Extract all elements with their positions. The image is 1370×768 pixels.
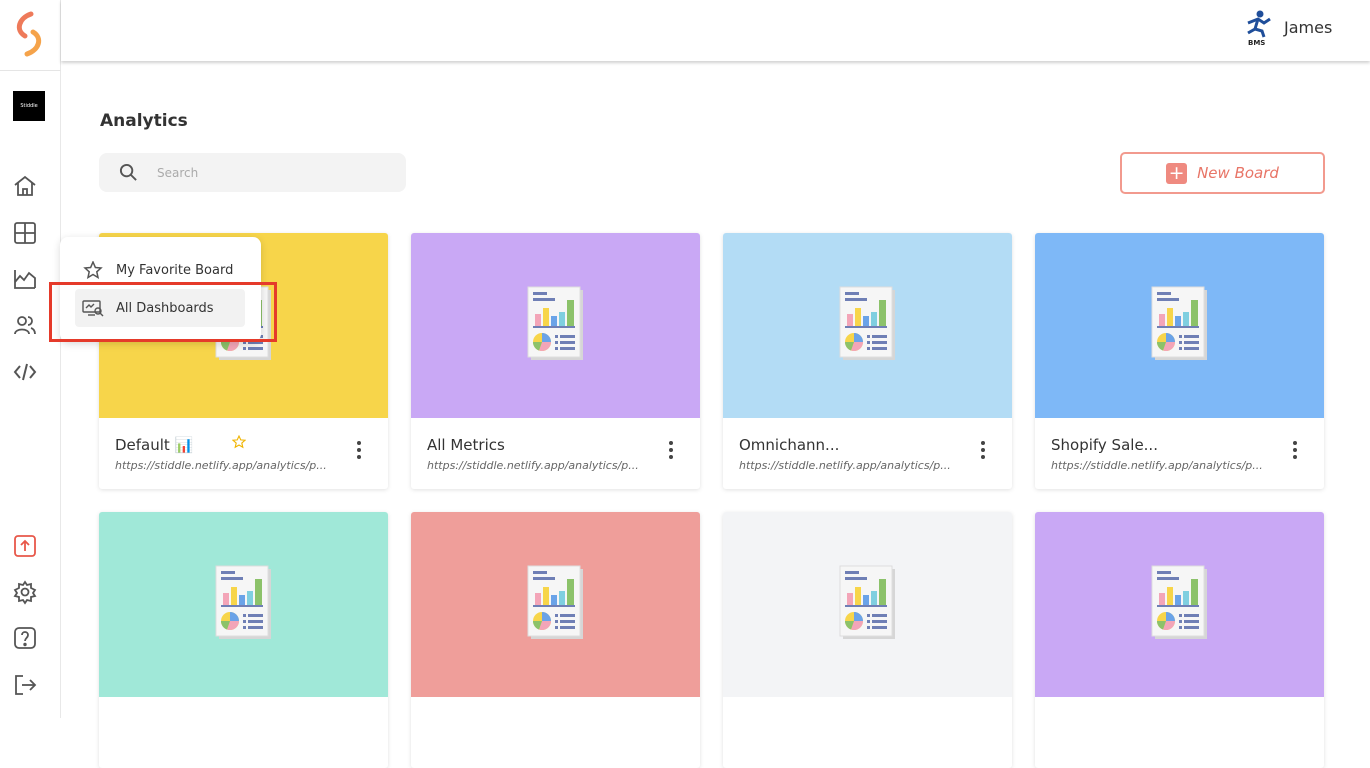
board-card[interactable] bbox=[723, 512, 1012, 768]
board-card[interactable] bbox=[411, 512, 700, 768]
board-thumbnail[interactable] bbox=[723, 512, 1012, 697]
workspace-logo[interactable]: Stiddle bbox=[13, 91, 45, 121]
report-chart-icon bbox=[215, 565, 273, 645]
board-url: https://stiddle.netlify.app/analytics/p.… bbox=[739, 459, 951, 472]
board-thumbnail[interactable] bbox=[411, 233, 700, 418]
favorite-star-icon[interactable] bbox=[232, 435, 246, 449]
more-options-icon[interactable] bbox=[665, 439, 677, 461]
user-org-logo-icon[interactable]: BMS bbox=[1240, 9, 1274, 47]
dashboards-icon bbox=[82, 300, 104, 317]
board-card[interactable] bbox=[1035, 512, 1324, 768]
board-card[interactable] bbox=[99, 512, 388, 768]
svg-text:BMS: BMS bbox=[1248, 39, 1265, 47]
report-chart-icon bbox=[839, 565, 897, 645]
workspace-label: Stiddle bbox=[20, 103, 38, 109]
report-chart-icon bbox=[527, 565, 585, 645]
page-title: Analytics bbox=[100, 111, 188, 131]
app-logo-icon[interactable] bbox=[11, 10, 47, 58]
plus-icon: + bbox=[1166, 162, 1188, 184]
board-title[interactable]: Default 📊 bbox=[115, 436, 193, 454]
board-url: https://stiddle.netlify.app/analytics/p.… bbox=[115, 459, 327, 472]
upload-icon[interactable] bbox=[12, 533, 38, 559]
board-url: https://stiddle.netlify.app/analytics/p.… bbox=[427, 459, 639, 472]
search-bar[interactable] bbox=[99, 153, 406, 192]
logout-icon[interactable] bbox=[12, 672, 38, 698]
more-options-icon[interactable] bbox=[977, 439, 989, 461]
user-name[interactable]: James bbox=[1284, 18, 1332, 37]
board-card[interactable]: All Metrics https://stiddle.netlify.app/a… bbox=[411, 233, 700, 489]
board-title[interactable]: All Metrics bbox=[427, 436, 505, 454]
dropdown-item-label: All Dashboards bbox=[116, 300, 214, 316]
board-card[interactable]: Shopify Sale... https://stiddle.netlify.a… bbox=[1035, 233, 1324, 489]
board-title[interactable]: Shopify Sale... bbox=[1051, 436, 1158, 454]
search-input[interactable] bbox=[157, 163, 387, 183]
new-board-button[interactable]: + New Board bbox=[1120, 152, 1325, 194]
sidebar-divider bbox=[0, 70, 61, 71]
report-chart-icon bbox=[1151, 286, 1209, 366]
analytics-chart-icon[interactable] bbox=[12, 266, 38, 292]
star-icon bbox=[83, 261, 103, 279]
dropdown-item-all-dashboards[interactable]: All Dashboards bbox=[75, 289, 245, 327]
top-bar: BMS James bbox=[61, 0, 1370, 61]
dashboard-grid-icon[interactable] bbox=[12, 220, 38, 246]
board-thumbnail[interactable] bbox=[411, 512, 700, 697]
settings-gear-icon[interactable] bbox=[12, 579, 38, 605]
sidebar: Stiddle bbox=[0, 0, 61, 718]
dropdown-item-label: My Favorite Board bbox=[116, 262, 234, 278]
more-options-icon[interactable] bbox=[1289, 439, 1301, 461]
new-board-label: New Board bbox=[1197, 164, 1279, 182]
help-icon[interactable] bbox=[12, 625, 38, 651]
board-thumbnail[interactable] bbox=[1035, 512, 1324, 697]
board-url: https://stiddle.netlify.app/analytics/p.… bbox=[1051, 459, 1263, 472]
report-chart-icon bbox=[839, 286, 897, 366]
report-chart-icon bbox=[527, 286, 585, 366]
board-thumbnail[interactable] bbox=[99, 512, 388, 697]
more-options-icon[interactable] bbox=[353, 439, 365, 461]
board-thumbnail[interactable] bbox=[1035, 233, 1324, 418]
home-icon[interactable] bbox=[12, 173, 38, 199]
dropdown-item-favorite[interactable]: My Favorite Board bbox=[75, 251, 245, 289]
report-chart-icon bbox=[1151, 565, 1209, 645]
board-thumbnail[interactable] bbox=[723, 233, 1012, 418]
board-title[interactable]: Omnichann... bbox=[739, 436, 839, 454]
users-icon[interactable] bbox=[12, 312, 38, 338]
board-card[interactable]: Omnichann... https://stiddle.netlify.app/… bbox=[723, 233, 1012, 489]
board-filter-dropdown: My Favorite Board All Dashboards bbox=[60, 237, 261, 342]
search-icon bbox=[119, 163, 137, 181]
code-icon[interactable] bbox=[12, 359, 38, 385]
